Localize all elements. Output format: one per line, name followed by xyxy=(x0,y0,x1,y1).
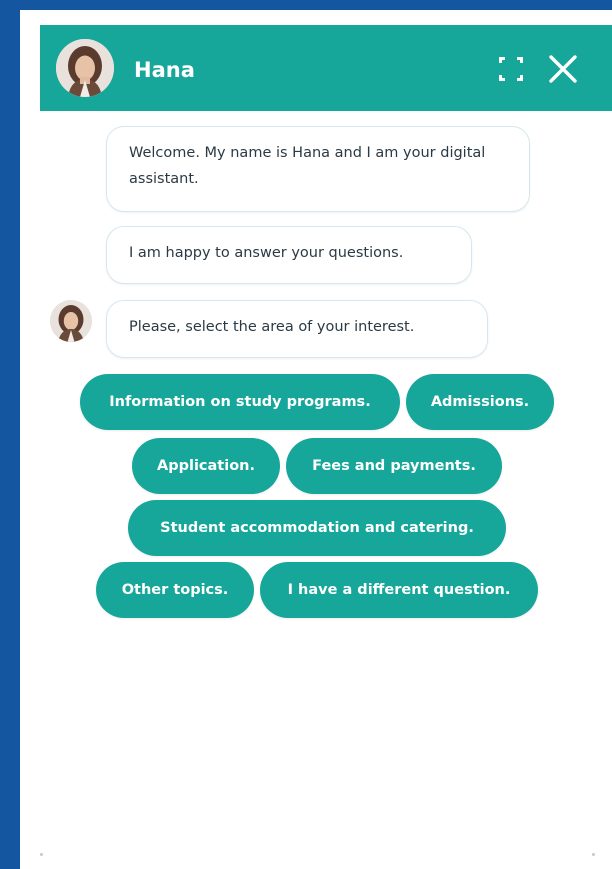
chat-message: Welcome. My name is Hana and I am your d… xyxy=(106,126,530,212)
close-icon xyxy=(549,55,577,83)
chat-window-frame: Hana Welcome. My name is Hana and I am y… xyxy=(20,10,612,869)
agent-avatar-image xyxy=(50,300,92,342)
chat-message: Please, select the area of your interest… xyxy=(106,300,488,358)
resize-handle-right[interactable] xyxy=(592,853,595,856)
quick-reply-different-question[interactable]: I have a different question. xyxy=(260,562,538,618)
quick-reply-admissions[interactable]: Admissions. xyxy=(406,374,554,430)
agent-avatar-image xyxy=(56,39,114,97)
agent-name: Hana xyxy=(134,58,195,82)
quick-reply-other-topics[interactable]: Other topics. xyxy=(96,562,254,618)
agent-avatar xyxy=(56,39,114,97)
chat-message: I am happy to answer your questions. xyxy=(106,226,472,284)
expand-button[interactable] xyxy=(494,52,528,86)
quick-reply-accommodation-catering[interactable]: Student accommodation and catering. xyxy=(128,500,506,556)
resize-handle-left[interactable] xyxy=(40,853,43,856)
message-avatar xyxy=(50,300,92,342)
chat-header: Hana xyxy=(40,25,612,111)
chat-widget: Hana Welcome. My name is Hana and I am y… xyxy=(20,10,612,869)
close-button[interactable] xyxy=(546,52,580,86)
expand-icon xyxy=(499,57,523,81)
quick-reply-study-programs[interactable]: Information on study programs. xyxy=(80,374,400,430)
quick-reply-application[interactable]: Application. xyxy=(132,438,280,494)
quick-reply-fees-payments[interactable]: Fees and payments. xyxy=(286,438,502,494)
